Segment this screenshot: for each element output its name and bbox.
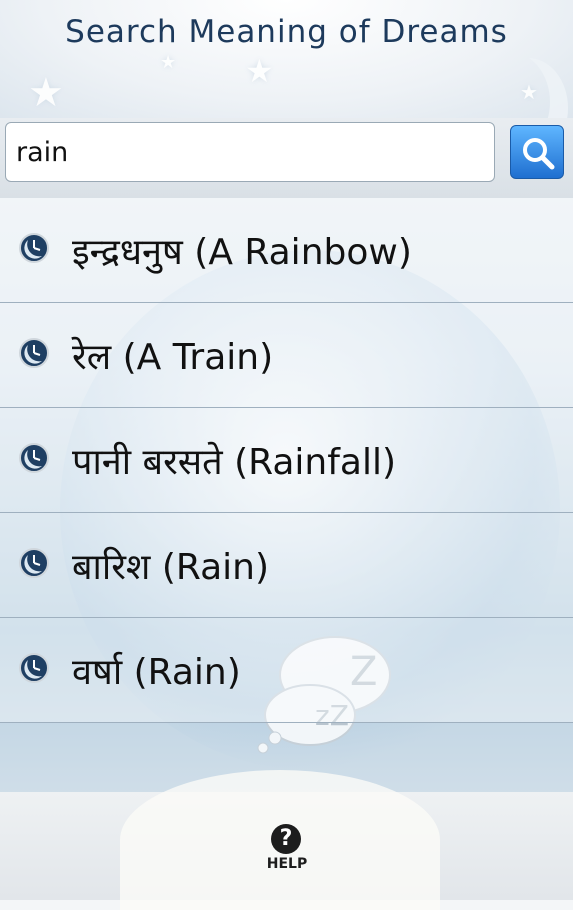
- list-item-label: वर्षा (Rain): [72, 652, 241, 693]
- list-item[interactable]: रेल (A Train): [0, 303, 573, 408]
- list-item[interactable]: बारिश (Rain): [0, 513, 573, 618]
- moon-clock-icon: [19, 653, 49, 683]
- list-item-label: बारिश (Rain): [72, 547, 270, 588]
- list-item-label: रेल (A Train): [72, 337, 274, 378]
- moon-clock-icon: [19, 443, 49, 473]
- moon-clock-icon: [19, 338, 49, 368]
- search-button[interactable]: [510, 125, 564, 179]
- list-item[interactable]: वर्षा (Rain): [0, 618, 573, 723]
- list-item[interactable]: पानी बरसते (Rainfall): [0, 408, 573, 513]
- page-title: Search Meaning of Dreams: [65, 14, 508, 50]
- star-decoration: ★: [28, 70, 64, 116]
- list-item-label: इन्द्रधनुष (A Rainbow): [72, 232, 412, 273]
- results-list: इन्द्रधनुष (A Rainbow) रेल (A Train) पान…: [0, 198, 573, 723]
- moon-clock-icon: [19, 233, 49, 263]
- star-decoration: ★: [245, 52, 274, 90]
- list-item-label: पानी बरसते (Rainfall): [72, 442, 397, 483]
- help-button[interactable]: ? HELP: [258, 824, 316, 874]
- search-input[interactable]: [5, 122, 495, 182]
- list-item[interactable]: इन्द्रधनुष (A Rainbow): [0, 198, 573, 303]
- moon-clock-icon: [19, 548, 49, 578]
- search-icon: [523, 138, 555, 170]
- app-header: Search Meaning of Dreams ★ ★ ★ ★: [0, 0, 573, 118]
- help-icon: ?: [271, 824, 301, 854]
- star-decoration: ★: [160, 52, 177, 73]
- help-label: HELP: [266, 856, 308, 872]
